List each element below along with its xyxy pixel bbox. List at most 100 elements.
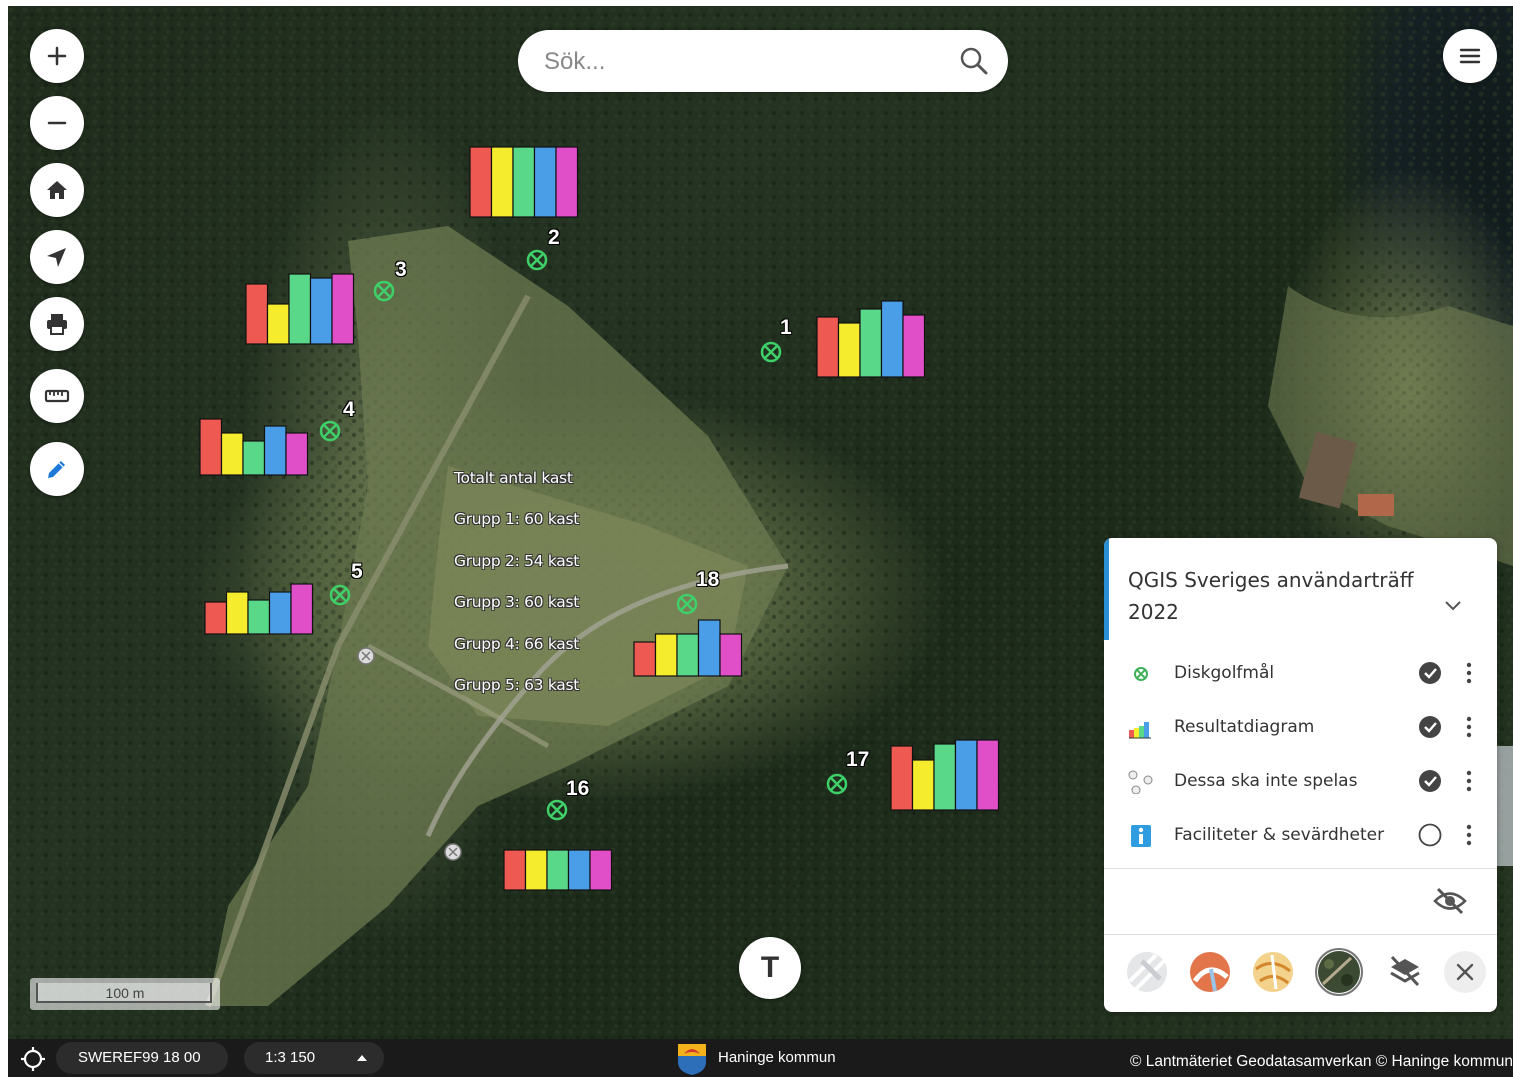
target-number: 17 [846,748,870,771]
result-bar [890,745,914,811]
target-number: 5 [351,560,363,583]
target-number: 4 [343,398,355,421]
target-icon[interactable] [319,420,341,442]
layer-row-resultatdiagram[interactable]: Resultatdiagram [1104,700,1497,754]
summary-row: Grupp 3: 60 kast [454,593,580,612]
text-tool-button[interactable]: T [739,937,801,999]
result-bar [676,633,700,677]
more-vertical-icon[interactable] [1462,822,1476,848]
result-chart[interactable] [633,619,743,677]
topo-map-icon [1253,952,1293,992]
zoom-out-button[interactable] [30,96,84,150]
result-bar [309,277,333,345]
target-icon[interactable] [826,773,848,795]
target-icon[interactable] [760,341,782,363]
more-vertical-icon[interactable] [1462,714,1476,740]
print-button[interactable] [30,297,84,351]
measure-button[interactable] [30,369,84,423]
target-icon[interactable] [676,593,698,615]
inactive-target-icon[interactable] [357,647,375,665]
chevron-down-icon[interactable] [1442,594,1464,616]
result-bar [263,425,287,476]
hamburger-menu-icon [1459,48,1481,64]
result-chart[interactable] [503,849,613,891]
unchecked-circle-icon[interactable] [1417,822,1443,848]
result-bar [546,849,570,891]
close-panel-button[interactable] [1444,951,1486,993]
result-bar [199,418,223,476]
summary-row: Grupp 5: 63 kast [454,675,580,694]
summary-row: Grupp 4: 66 kast [454,634,580,653]
layers-off-icon [1390,955,1420,987]
attribution: © Lantmäteriet Geodatasamverkan © Haning… [1130,1053,1513,1070]
result-bar [911,759,935,811]
target-icon[interactable] [373,280,395,302]
layer-row-faciliteter[interactable]: Faciliteter & sevärdheter [1104,808,1497,862]
result-bar [503,849,527,891]
target-number: 2 [548,226,560,249]
layer-panel: QGIS Sveriges användarträff 2022 Diskgol… [1104,538,1497,1012]
result-bar [567,849,591,891]
minus-icon [47,121,67,125]
menu-button[interactable] [1443,29,1497,83]
check-circle-icon[interactable] [1417,768,1443,794]
zoom-in-button[interactable] [30,29,84,83]
basemap-orange-button[interactable] [1189,951,1231,993]
check-circle-icon[interactable] [1417,714,1443,740]
caret-up-icon[interactable] [356,1054,368,1062]
result-chart[interactable] [469,146,579,218]
basemap-none-button[interactable] [1384,951,1426,993]
basemap-grey-button[interactable] [1126,951,1168,993]
result-chart[interactable] [816,300,926,378]
target-icon[interactable] [329,584,351,606]
result-bar [859,308,883,378]
result-bar [288,273,312,345]
result-bar [816,316,840,378]
layer-row-dessa-ska-inte-spelas[interactable]: Dessa ska inte spelas [1104,754,1497,808]
more-vertical-icon[interactable] [1462,768,1476,794]
throw-summary: Totalt antal kast Grupp 1: 60 kast Grupp… [454,469,579,717]
result-bar [719,633,743,677]
basemap-orthophoto-button[interactable] [1315,948,1363,996]
target-number: 18 [696,568,720,591]
result-bar [225,591,249,635]
municipality-logo [678,1044,706,1075]
basemap-topo-button[interactable] [1252,951,1294,993]
target-number: 3 [395,258,407,281]
projection-label: SWEREF99 18 00 [78,1049,201,1066]
geolocate-button[interactable] [30,230,84,284]
search-input[interactable] [542,42,946,82]
result-chart[interactable] [245,273,355,345]
printer-icon [47,314,67,335]
layer-row-diskgolfmal[interactable]: Diskgolfmål [1104,646,1497,700]
search-bar[interactable] [518,30,1008,92]
eye-off-icon[interactable] [1432,886,1468,916]
result-chart[interactable] [199,418,309,476]
check-circle-icon[interactable] [1417,660,1443,686]
divider [1104,868,1497,869]
draw-button[interactable] [30,442,84,496]
result-bar [933,743,957,811]
summary-row: Grupp 2: 54 kast [454,551,580,570]
inactive-target-icon[interactable] [444,843,462,861]
plus-icon [47,46,67,66]
home-button[interactable] [30,163,84,217]
result-bar [242,440,266,476]
result-bar [285,432,309,476]
scale-bar: 100 m [30,978,220,1010]
crosshair-icon[interactable] [20,1046,46,1072]
layer-name: Diskgolfmål [1174,663,1275,683]
result-chart[interactable] [204,583,314,635]
more-vertical-icon[interactable] [1462,660,1476,686]
result-bar [633,641,657,677]
orthophoto-icon [1318,951,1360,993]
orange-map-icon [1190,952,1230,992]
search-icon[interactable] [958,45,990,77]
result-bar [204,601,228,635]
result-chart[interactable] [890,739,1000,811]
scale-bar-label: 100 m [105,985,145,1001]
target-icon[interactable] [526,249,548,271]
target-icon[interactable] [546,799,568,821]
ruler-icon [44,389,70,403]
result-bar [533,146,557,218]
